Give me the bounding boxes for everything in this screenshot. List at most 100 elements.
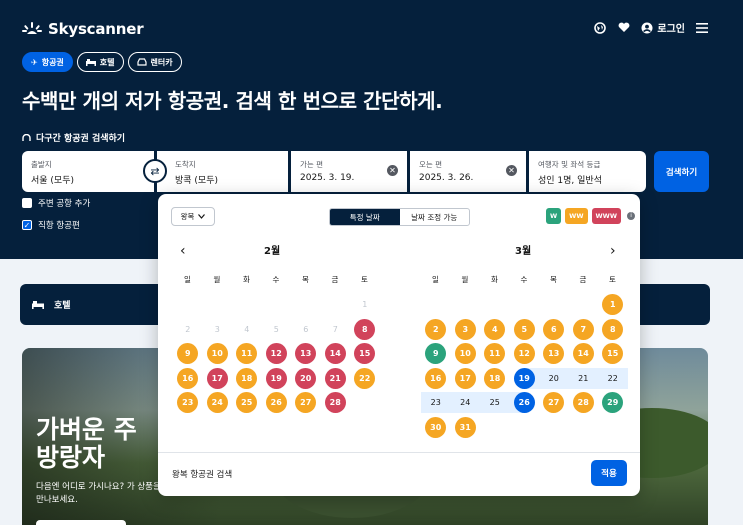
swap-airports-button[interactable]: ⇄	[143, 159, 167, 183]
calendar-day[interactable]: 9	[177, 343, 199, 364]
tab-specific-dates[interactable]: 특정 날짜	[330, 209, 400, 225]
hotel-section-label: 호텔	[54, 301, 71, 311]
promo-title-line2: 방랑자	[36, 443, 106, 472]
weekday-label: 일	[184, 275, 191, 284]
weekday-label: 화	[243, 275, 250, 284]
clear-depart-icon[interactable]: ✕	[387, 165, 398, 176]
calendar-day[interactable]: 11	[236, 343, 258, 364]
origin-field[interactable]: 출발지 서울 (모두)	[22, 151, 154, 192]
menu-icon[interactable]	[695, 21, 709, 35]
calendar-day[interactable]: 4	[484, 319, 506, 340]
car-icon	[136, 58, 147, 66]
calendar-day[interactable]: 20	[295, 368, 317, 389]
tab-flexible-dates[interactable]: 날짜 조정 가능	[400, 209, 470, 225]
calendar-day[interactable]: 28	[572, 392, 594, 413]
sunrise-logo-icon	[22, 22, 42, 34]
calendar-day[interactable]: 22	[354, 368, 376, 389]
direct-flights-checkbox[interactable]: ✓ 직항 항공편	[22, 219, 80, 231]
calendar-day[interactable]: 30	[425, 417, 447, 438]
destination-field[interactable]: 도착지 방콕 (모두)	[157, 151, 288, 192]
calendar-day[interactable]: 24	[206, 392, 228, 413]
calendar-day: 3	[214, 325, 220, 334]
calendar-day[interactable]: 16	[425, 368, 447, 389]
calendar-day[interactable]: 27	[543, 392, 565, 413]
calendar-day[interactable]: 23	[177, 392, 199, 413]
tab-car-hire[interactable]: 렌터카	[127, 52, 182, 72]
promo-button[interactable]	[36, 520, 126, 525]
calendar-day[interactable]: 7	[572, 319, 594, 340]
calendar-day[interactable]: 31	[454, 417, 476, 438]
search-button[interactable]: 검색하기	[654, 151, 709, 192]
calendar-day[interactable]: 26	[265, 392, 287, 413]
calendar-day[interactable]: 12	[265, 343, 287, 364]
tab-flights[interactable]: ✈ 항공권	[22, 52, 73, 72]
travellers-label: 여행자 및 좌석 등급	[538, 160, 601, 169]
checkbox-unchecked[interactable]	[22, 198, 32, 208]
depart-value: 2025. 3. 19.	[300, 173, 355, 183]
destination-label: 도착지	[175, 160, 196, 169]
calendar-day[interactable]: 18	[484, 368, 506, 389]
promo-title-line1: 가벼운 주	[36, 415, 137, 444]
tab-hotels[interactable]: 호텔	[76, 52, 124, 72]
calendar-day[interactable]: 15	[602, 343, 624, 364]
weekday-label: 토	[361, 275, 368, 284]
calendar-day[interactable]: 8	[602, 319, 624, 340]
nearby-airports-label: 주변 공항 추가	[38, 199, 91, 209]
calendar-day[interactable]: 19	[265, 368, 287, 389]
calendar-day[interactable]: 3	[454, 319, 476, 340]
depart-date-field[interactable]: 가는 편 2025. 3. 19. ✕	[291, 151, 407, 192]
calendar-day[interactable]: 13	[295, 343, 317, 364]
calendar-day[interactable]: 10	[206, 343, 228, 364]
calendar-day[interactable]: 5	[513, 319, 535, 340]
calendar-day[interactable]: 24	[455, 392, 476, 413]
clear-return-icon[interactable]: ✕	[506, 165, 517, 176]
calendar-day[interactable]: 15	[354, 343, 376, 364]
trip-type-select[interactable]: 왕복	[171, 207, 215, 226]
next-month-button[interactable]: ›	[610, 243, 616, 259]
calendar-day[interactable]: 27	[295, 392, 317, 413]
calendar-day[interactable]: 11	[484, 343, 506, 364]
travellers-field[interactable]: 여행자 및 좌석 등급 성인 1명, 일반석	[529, 151, 646, 192]
promo-title: 가벼운 주 방랑자	[36, 416, 137, 472]
skyscanner-logo[interactable]: Skyscanner	[22, 20, 144, 38]
calendar-day[interactable]: 21	[573, 368, 594, 389]
calendar-day[interactable]: 18	[236, 368, 258, 389]
calendar-day[interactable]: 25	[236, 392, 258, 413]
calendar-day[interactable]: 29	[602, 392, 624, 413]
info-icon[interactable]: i	[627, 212, 636, 220]
calendar-day-selected[interactable]: 19	[513, 368, 535, 389]
apply-button[interactable]: 적용	[591, 460, 627, 486]
calendar-day[interactable]: 17	[206, 368, 228, 389]
calendar-day[interactable]: 14	[324, 343, 346, 364]
calendar-day[interactable]: 13	[543, 343, 565, 364]
calendar-day[interactable]: 12	[513, 343, 535, 364]
weekday-label: 화	[491, 275, 498, 284]
weekday-label: 월	[213, 275, 221, 284]
chevron-down-icon	[198, 214, 206, 219]
legend-mid: WW	[565, 208, 588, 224]
calendar-day[interactable]: 10	[454, 343, 476, 364]
nearby-airports-checkbox[interactable]: 주변 공항 추가	[22, 197, 90, 209]
checkbox-checked[interactable]: ✓	[22, 220, 32, 230]
calendar-day: 5	[273, 325, 279, 334]
calendar-day[interactable]: 17	[454, 368, 476, 389]
calendar-day[interactable]: 16	[177, 368, 199, 389]
calendar-day[interactable]: 28	[324, 392, 346, 413]
calendar-day[interactable]: 2	[425, 319, 447, 340]
globe-icon[interactable]	[593, 21, 607, 35]
calendar-day[interactable]: 1	[602, 294, 624, 315]
month-title-feb: 2월	[264, 246, 281, 257]
calendar-day: 6	[303, 325, 309, 334]
calendar-day[interactable]: 9	[425, 343, 447, 364]
return-date-field[interactable]: 오는 편 2025. 3. 26. ✕	[410, 151, 526, 192]
calendar-day[interactable]: 14	[572, 343, 594, 364]
heart-icon[interactable]	[617, 21, 631, 35]
tab-hotels-label: 호텔	[99, 57, 115, 67]
calendar-day[interactable]: 6	[543, 319, 565, 340]
prev-month-button[interactable]: ‹	[180, 243, 186, 259]
calendar-day[interactable]: 8	[354, 319, 376, 340]
calendar-day[interactable]: 21	[324, 368, 346, 389]
calendar-day-selected[interactable]: 26	[513, 392, 535, 413]
multicity-link[interactable]: 다구간 항공권 검색하기	[22, 131, 125, 144]
login-button[interactable]: 로그인	[641, 20, 685, 35]
